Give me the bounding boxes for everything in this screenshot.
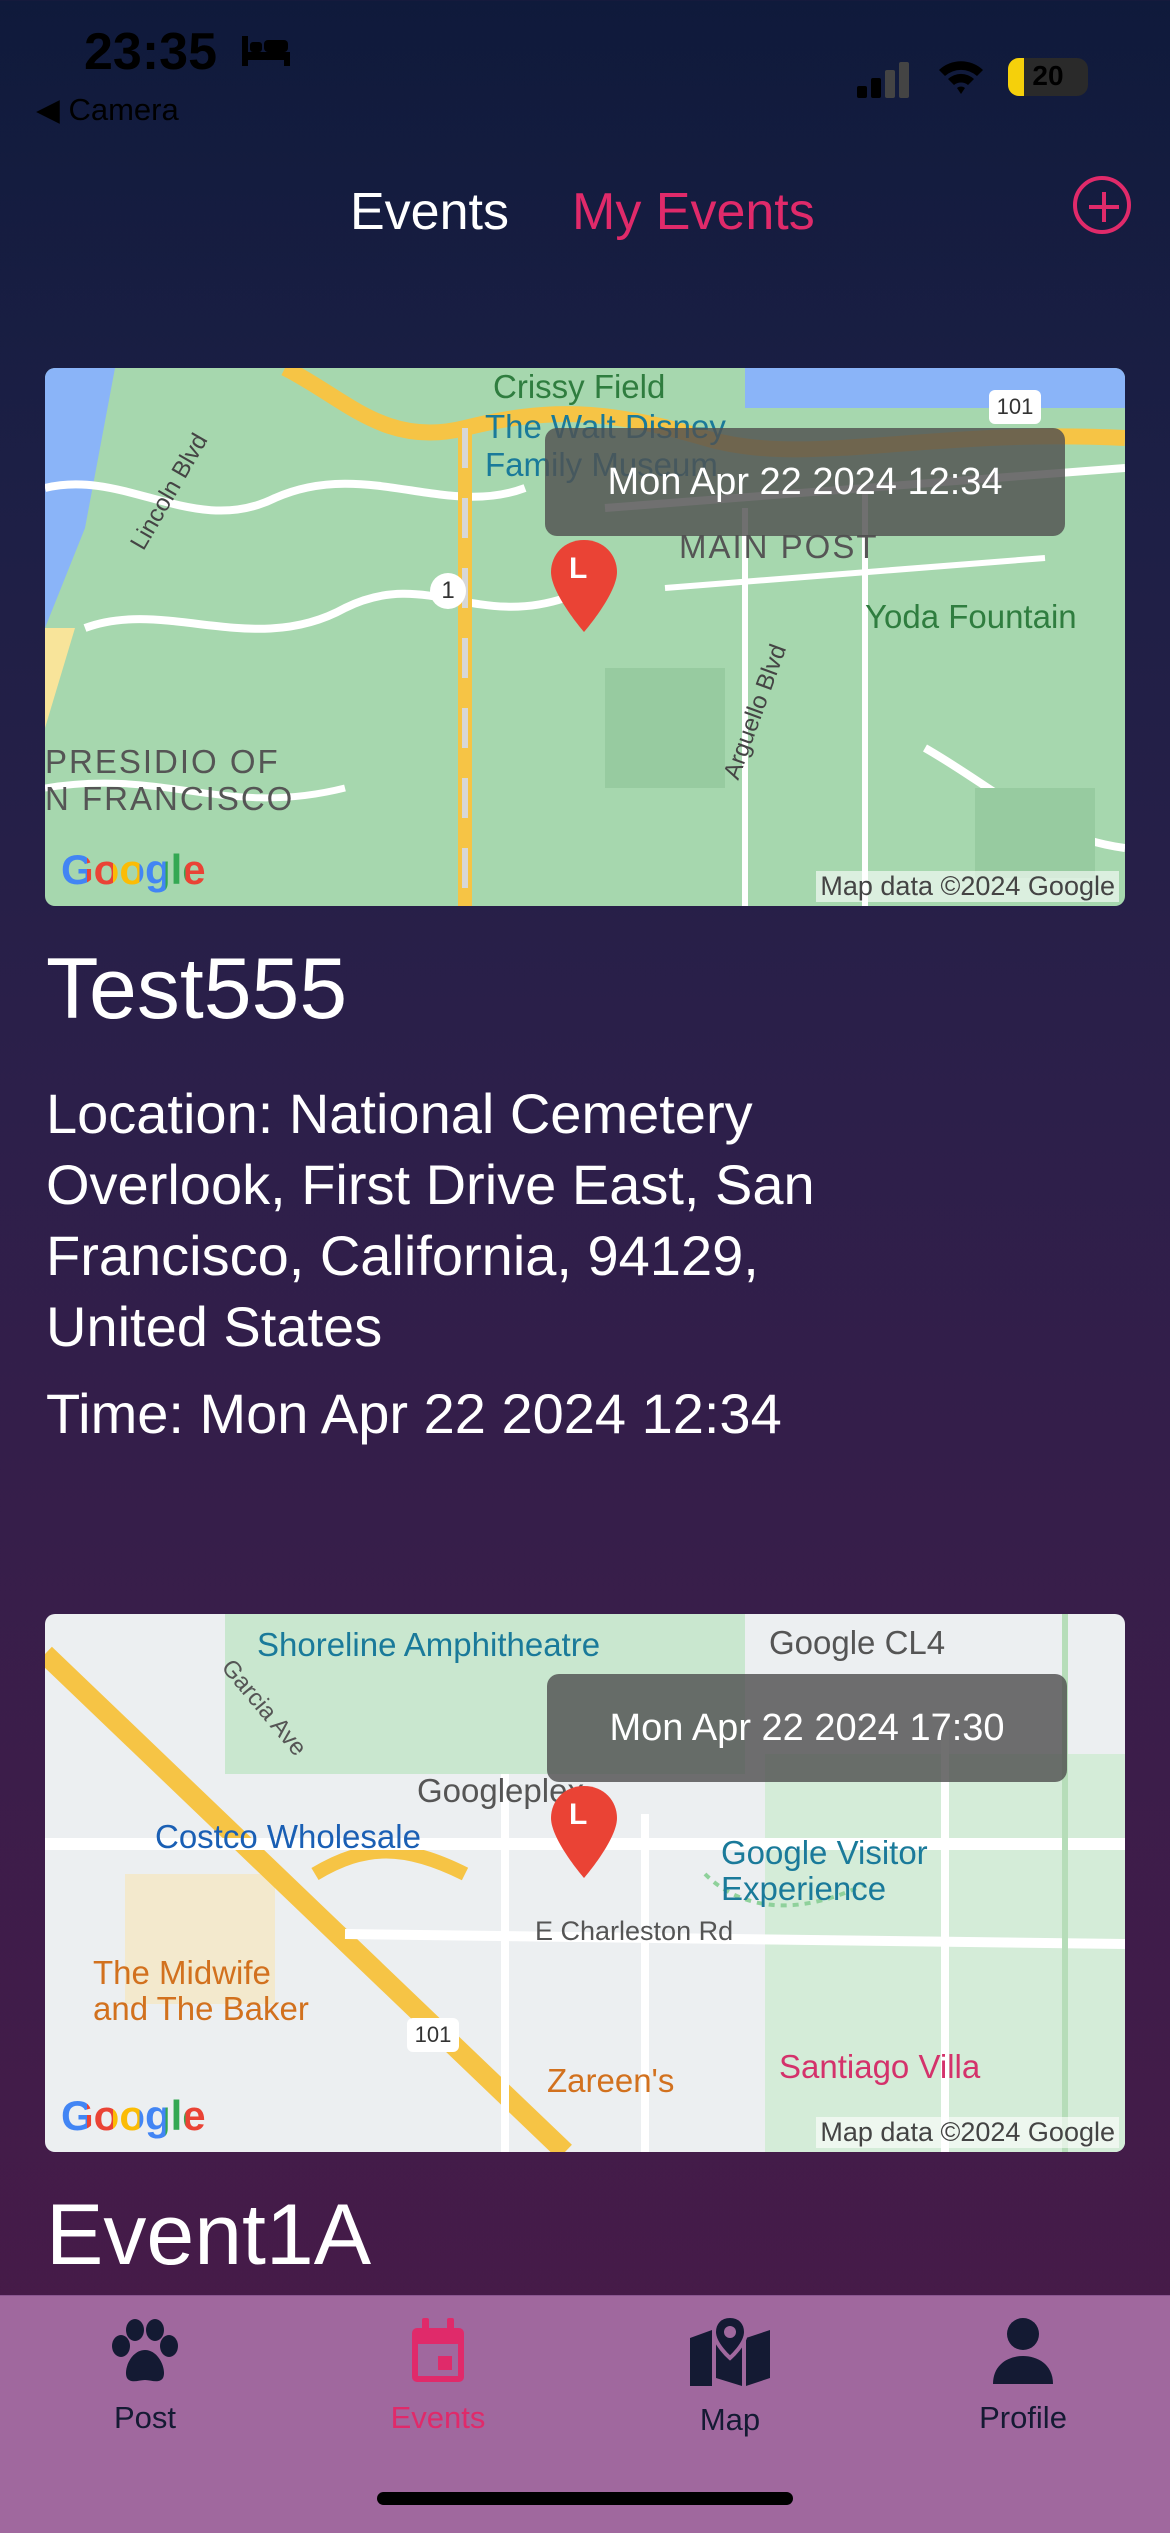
map-label: Experience [721, 1870, 887, 1907]
paw-icon [112, 2319, 178, 2382]
map-label: Zareen's [547, 2062, 675, 2099]
map-label: PRESIDIO OF [45, 743, 280, 780]
event-map-preview[interactable]: Shoreline Amphitheatre Google CL4 Garcia… [45, 1614, 1125, 2152]
home-indicator[interactable] [377, 2492, 793, 2505]
nav-label: Events [390, 2400, 486, 2435]
wifi-icon [939, 61, 983, 94]
event-title: Test555 [46, 941, 348, 1037]
nav-label: Profile [979, 2400, 1067, 2435]
cellular-signal-icon [857, 62, 909, 98]
tab-events[interactable]: Events [350, 182, 509, 242]
event-map-preview[interactable]: Crissy Field The Walt Disney Family Muse… [45, 368, 1125, 906]
map-label: and The Baker [93, 1990, 309, 2027]
map-label: Shoreline Amphitheatre [257, 1626, 601, 1663]
map-pin-letter: L [569, 1798, 588, 1831]
event-location: Location: National Cemetery Overlook, Fi… [46, 1082, 815, 1358]
map-label: The Midwife [93, 1954, 271, 1991]
route-shield: 101 [407, 2018, 459, 2052]
map-label: N FRANCISCO [45, 780, 295, 817]
add-event-button[interactable] [1073, 176, 1131, 234]
battery-percent: 20 [1032, 60, 1064, 91]
tab-my-events[interactable]: My Events [572, 182, 815, 242]
map-pin-letter: L [569, 552, 588, 585]
map-label: E Charleston Rd [535, 1916, 734, 1946]
map-label: Crissy Field [493, 368, 666, 405]
status-bar: 23:35 ◀ Camera 20 [0, 0, 1170, 140]
event-title: Event1A [46, 2187, 372, 2283]
map-label: Google CL4 [769, 1624, 946, 1661]
route-shield: 1 [430, 573, 466, 609]
event-time-badge: Mon Apr 22 2024 12:34 [545, 428, 1065, 536]
battery-indicator: 20 [1008, 58, 1088, 96]
person-icon [993, 2318, 1053, 2384]
nav-profile[interactable]: Profile [923, 2316, 1123, 2436]
map-label: Yoda Fountain [865, 598, 1077, 635]
map-label: Costco Wholesale [155, 1818, 421, 1855]
nav-map[interactable]: Map [630, 2316, 830, 2438]
nav-label: Post [113, 2400, 177, 2435]
nav-label: Map [699, 2402, 761, 2437]
map-attribution: Map data ©2024 Google [816, 871, 1119, 902]
map-label: Santiago Villa [779, 2048, 981, 2085]
sleep-focus-icon [242, 36, 290, 66]
top-tab-bar: Events My Events [0, 170, 1170, 250]
nav-post[interactable]: Post [45, 2316, 245, 2436]
calendar-icon [412, 2318, 464, 2382]
nav-events[interactable]: Events [338, 2316, 538, 2436]
event-time-badge: Mon Apr 22 2024 17:30 [547, 1674, 1067, 1782]
google-logo: Google [61, 2092, 206, 2139]
route-shield: 101 [989, 390, 1041, 424]
map-label: Google Visitor [721, 1834, 928, 1871]
back-to-camera-link[interactable]: ◀ Camera [36, 92, 179, 128]
status-time: 23:35 [84, 23, 217, 81]
map-attribution: Map data ©2024 Google [816, 2117, 1119, 2148]
map-icon [690, 2316, 770, 2386]
google-logo: Google [61, 846, 206, 893]
event-time: Time: Mon Apr 22 2024 12:34 [46, 1382, 782, 1445]
